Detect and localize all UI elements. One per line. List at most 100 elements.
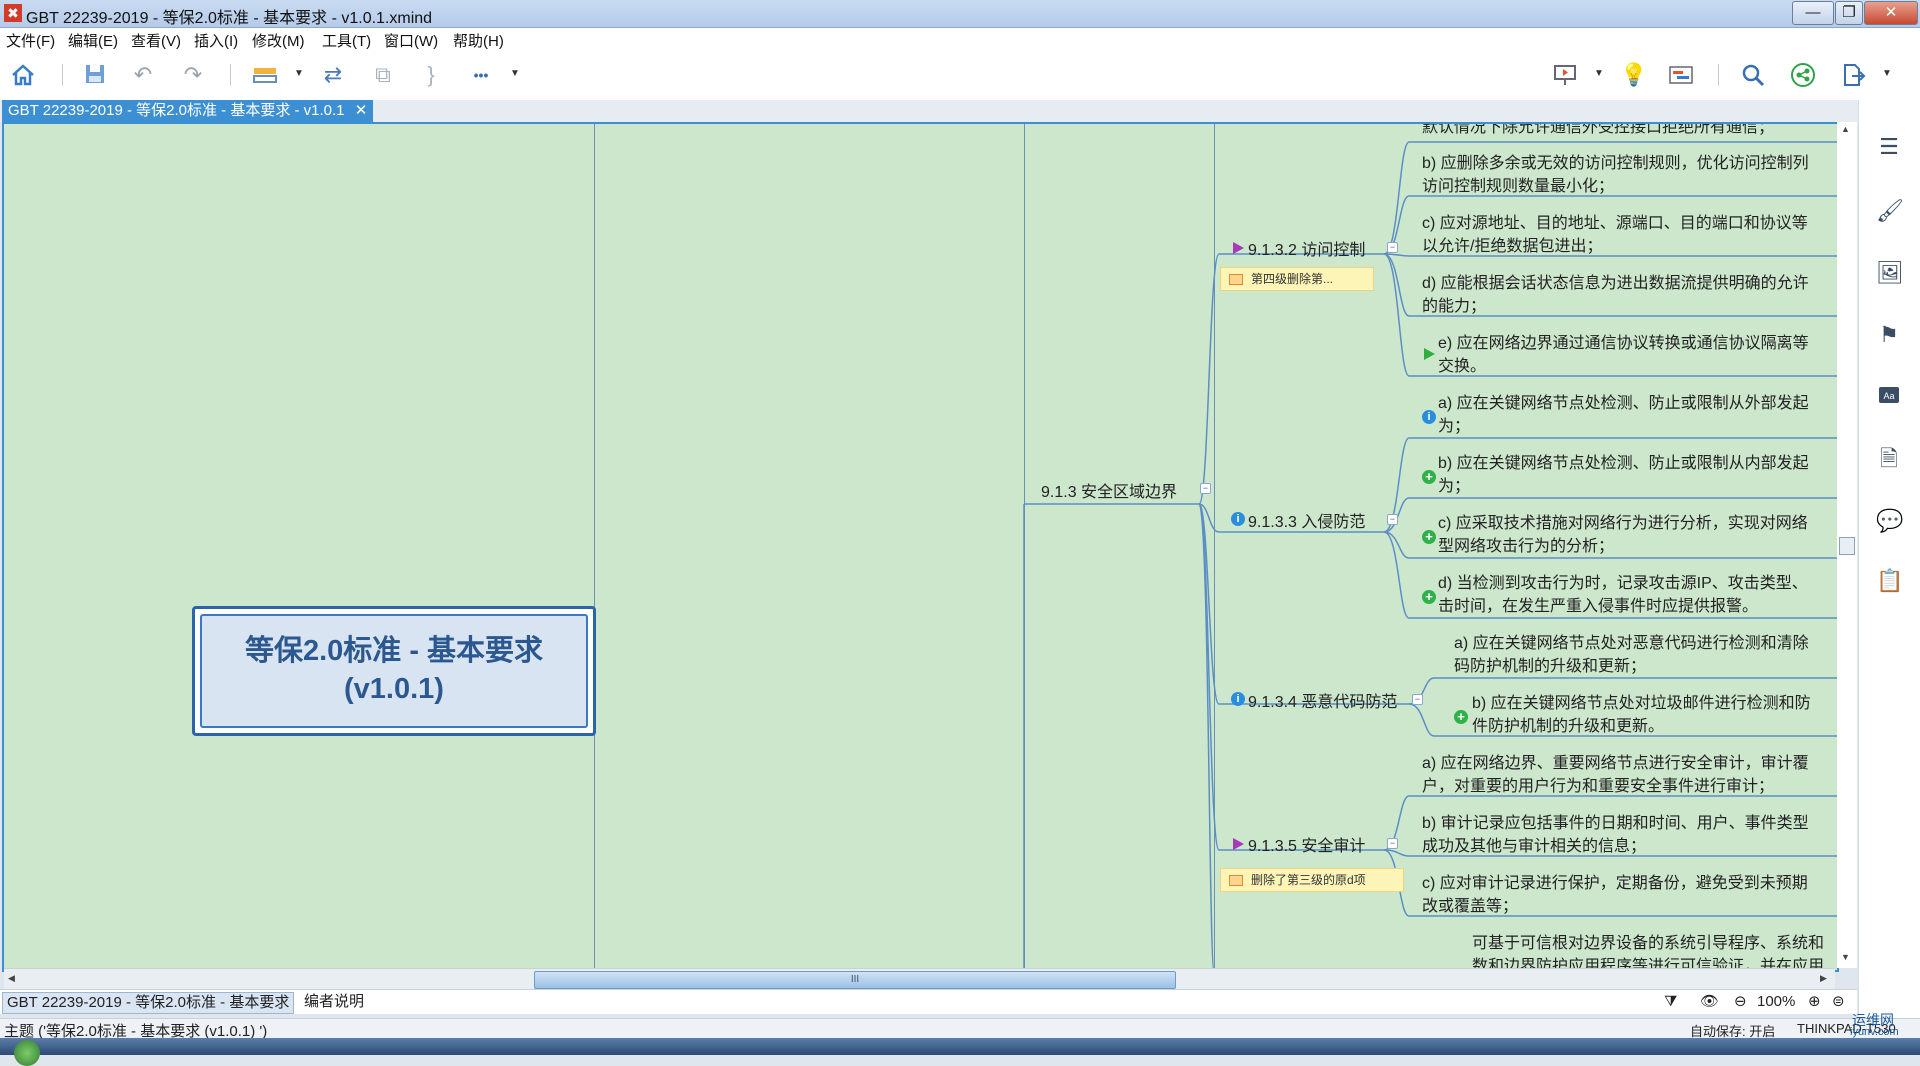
marker-icon[interactable]: ⚑ bbox=[1876, 322, 1902, 348]
item-topic[interactable]: a) 应在网络边界、重要网络节点进行安全审计，审计覆 户，对重要的用户行为和重要安… bbox=[1422, 752, 1809, 798]
vertical-scrollbar[interactable]: ▲ ▼ bbox=[1837, 122, 1857, 968]
vertical-scroll-thumb[interactable] bbox=[1839, 537, 1855, 555]
home-icon[interactable] bbox=[10, 62, 36, 88]
scroll-left-icon[interactable]: ◀ bbox=[8, 973, 15, 984]
menu-file[interactable]: 文件(F) bbox=[6, 30, 55, 51]
undo-icon[interactable]: ↶ bbox=[130, 62, 156, 88]
export-icon[interactable] bbox=[1840, 62, 1866, 88]
close-window-button[interactable]: ✕ bbox=[1864, 1, 1918, 25]
topic-icon[interactable] bbox=[252, 62, 278, 88]
comment-icon[interactable]: 💬 bbox=[1876, 508, 1903, 534]
document-tab[interactable]: GBT 22239-2019 - 等保2.0标准 - 基本要求 - v1.0.1… bbox=[2, 100, 374, 122]
item-topic[interactable]: d) 当检测到攻击行为时，记录攻击源IP、攻击类型、 击时间，在发生严重入侵事件时… bbox=[1438, 572, 1808, 618]
item-topic[interactable]: b) 应删除多余或无效的访问控制规则，优化访问控制列 访问控制规则数量最小化； bbox=[1422, 152, 1809, 198]
collapse-toggle-icon[interactable]: − bbox=[1200, 483, 1211, 494]
status-bar: 主题 ('等保2.0标准 - 基本要求 (v1.0.1) ') 自动保存: 开启… bbox=[0, 1012, 1920, 1040]
export-dropdown-icon[interactable]: ▼ bbox=[1882, 68, 1892, 79]
central-topic[interactable]: 等保2.0标准 - 基本要求 (v1.0.1) bbox=[192, 606, 596, 736]
document-tab-label: GBT 22239-2019 - 等保2.0标准 - 基本要求 - v1.0.1 bbox=[8, 102, 345, 119]
summary-icon[interactable]: } bbox=[418, 62, 444, 88]
item-topic[interactable]: a) 应在关键网络节点处对恶意代码进行检测和清除 码防护机制的升级和更新； bbox=[1454, 632, 1809, 678]
subtopic-access-control[interactable]: 9.1.3.2 访问控制 bbox=[1248, 236, 1365, 260]
item-topic[interactable]: 可基于可信根对边界设备的系统引导程序、系统和 数和边界防护应用程序等进行可信验证，… bbox=[1472, 932, 1824, 970]
maximize-button[interactable]: ❐ bbox=[1835, 1, 1863, 25]
central-topic-title: 等保2.0标准 - 基本要求 bbox=[244, 635, 544, 667]
zoom-level: 100% bbox=[1757, 993, 1796, 1010]
more-icon[interactable]: ••• bbox=[468, 62, 494, 88]
task-icon[interactable]: 📋 bbox=[1876, 568, 1903, 594]
close-tab-icon[interactable]: ✕ bbox=[355, 102, 368, 119]
menu-tools[interactable]: 工具(T) bbox=[322, 30, 371, 51]
font-icon[interactable]: Aa bbox=[1876, 384, 1902, 410]
item-topic[interactable]: b) 应在关键网络节点处对垃圾邮件进行检测和防 件防护机制的升级和更新。 bbox=[1472, 692, 1811, 738]
relationship-icon[interactable]: ⇄ bbox=[320, 62, 346, 88]
menu-modify[interactable]: 修改(M) bbox=[252, 30, 305, 51]
collapse-toggle-icon[interactable]: − bbox=[1387, 514, 1398, 525]
more-dropdown-icon[interactable]: ▼ bbox=[510, 68, 520, 79]
zoom-out-icon[interactable]: ⊖ bbox=[1734, 992, 1747, 1010]
menu-insert[interactable]: 插入(I) bbox=[194, 30, 238, 51]
flag-icon bbox=[1233, 838, 1244, 850]
add-icon: + bbox=[1422, 530, 1436, 544]
mindmap-canvas[interactable]: 等保2.0标准 - 基本要求 (v1.0.1) 9.1.3 安全区域边界 − 9… bbox=[2, 122, 1839, 972]
item-topic[interactable]: b) 应在关键网络节点处检测、防止或限制从内部发起 为； bbox=[1438, 452, 1809, 498]
gantt-icon[interactable] bbox=[1668, 62, 1694, 88]
item-topic[interactable]: c) 应采取技术措施对网络行为进行分析，实现对网络 型网络攻击行为的分析； bbox=[1438, 512, 1808, 558]
item-topic[interactable]: c) 应对源地址、目的地址、源端口、目的端口和协议等 以允许/拒绝数据包进出； bbox=[1422, 212, 1808, 258]
idea-icon[interactable]: 💡 bbox=[1620, 62, 1647, 88]
redo-icon[interactable]: ↷ bbox=[180, 62, 206, 88]
item-topic[interactable]: a) 应在关键网络节点处检测、防止或限制从外部发起 为； bbox=[1438, 392, 1809, 438]
title-bar: ✖ GBT 22239-2019 - 等保2.0标准 - 基本要求 - v1.0… bbox=[0, 0, 1920, 28]
filter-icon[interactable]: ⧩ bbox=[1664, 993, 1677, 1010]
note-label[interactable]: 删除了第三级的原d项 bbox=[1220, 868, 1404, 892]
save-icon[interactable] bbox=[82, 62, 108, 88]
subtopic-malware-prevention[interactable]: 9.1.3.4 恶意代码防范 bbox=[1248, 688, 1397, 712]
sheet-tab-editor-notes[interactable]: 编者说明 bbox=[300, 992, 368, 1012]
horizontal-scroll-thumb[interactable]: III bbox=[534, 971, 1176, 989]
note-label[interactable]: 第四级删除第... bbox=[1220, 267, 1374, 291]
outline-icon[interactable]: ☰ bbox=[1876, 134, 1902, 160]
info-icon: i bbox=[1422, 410, 1436, 424]
sheet-tab-main[interactable]: GBT 22239-2019 - 等保2.0标准 - 基本要求 bbox=[2, 992, 295, 1014]
item-topic[interactable]: e) 应在网络边界通过通信协议转换或通信协议隔离等 交换。 bbox=[1438, 332, 1809, 378]
horizontal-scrollbar[interactable]: ◀ III ▶ bbox=[4, 968, 1835, 989]
scroll-up-icon[interactable]: ▲ bbox=[1841, 124, 1850, 134]
item-topic[interactable]: d) 应能根据会话状态信息为进出数据流提供明确的允许 的能力； bbox=[1422, 272, 1809, 318]
start-button-icon[interactable] bbox=[14, 1040, 40, 1066]
scroll-right-icon[interactable]: ▶ bbox=[1820, 973, 1827, 984]
item-topic[interactable]: b) 审计记录应包括事件的日期和时间、用户、事件类型 成功及其他与审计相关的信息； bbox=[1422, 812, 1809, 858]
zoom-menu-icon[interactable]: ⊜ bbox=[1832, 992, 1845, 1010]
scroll-down-icon[interactable]: ▼ bbox=[1841, 952, 1850, 962]
collapse-toggle-icon[interactable]: − bbox=[1387, 838, 1398, 849]
subtopic-security-audit[interactable]: 9.1.3.5 安全审计 bbox=[1248, 832, 1365, 856]
info-icon: i bbox=[1231, 512, 1245, 526]
topic-dropdown-icon[interactable]: ▼ bbox=[294, 68, 304, 79]
add-icon: + bbox=[1422, 590, 1436, 604]
presentation-icon[interactable] bbox=[1552, 62, 1578, 88]
share-icon[interactable] bbox=[1790, 62, 1816, 88]
collapse-toggle-icon[interactable]: − bbox=[1387, 242, 1398, 253]
image-icon[interactable]: 🖼 bbox=[1876, 260, 1904, 286]
menu-edit[interactable]: 编辑(E) bbox=[68, 30, 118, 51]
presentation-dropdown-icon[interactable]: ▼ bbox=[1594, 68, 1604, 79]
boundary-icon[interactable]: ⧉ bbox=[370, 62, 396, 88]
item-topic[interactable]: c) 应对审计记录进行保护，定期备份，避免受到未预期 改或覆盖等； bbox=[1422, 872, 1808, 918]
menu-view[interactable]: 查看(V) bbox=[131, 30, 181, 51]
menu-help[interactable]: 帮助(H) bbox=[453, 30, 504, 51]
zoom-in-icon[interactable]: ⊕ bbox=[1808, 992, 1821, 1010]
format-icon[interactable]: 🖌 bbox=[1876, 198, 1904, 224]
app-logo-icon: ✖ bbox=[4, 4, 22, 22]
main-topic-boundary[interactable]: 9.1.3 安全区域边界 bbox=[1041, 478, 1177, 502]
central-topic-version: (v1.0.1) bbox=[344, 673, 444, 705]
os-taskbar bbox=[0, 1038, 1920, 1066]
collapse-toggle-icon[interactable]: − bbox=[1412, 694, 1423, 705]
minimize-button[interactable]: — bbox=[1792, 1, 1834, 25]
flag-icon bbox=[1233, 242, 1244, 254]
eye-icon[interactable]: 👁 bbox=[1700, 992, 1719, 1010]
menu-window[interactable]: 窗口(W) bbox=[384, 30, 438, 51]
subtopic-intrusion-prevention[interactable]: 9.1.3.3 入侵防范 bbox=[1248, 508, 1365, 532]
svg-text:Aa: Aa bbox=[1883, 391, 1894, 401]
search-icon[interactable] bbox=[1740, 62, 1766, 88]
notes-icon[interactable]: 🗎 bbox=[1876, 446, 1902, 472]
item-topic[interactable]: 默认情况下除允许通信外受控接口拒绝所有通信； bbox=[1422, 124, 1774, 139]
